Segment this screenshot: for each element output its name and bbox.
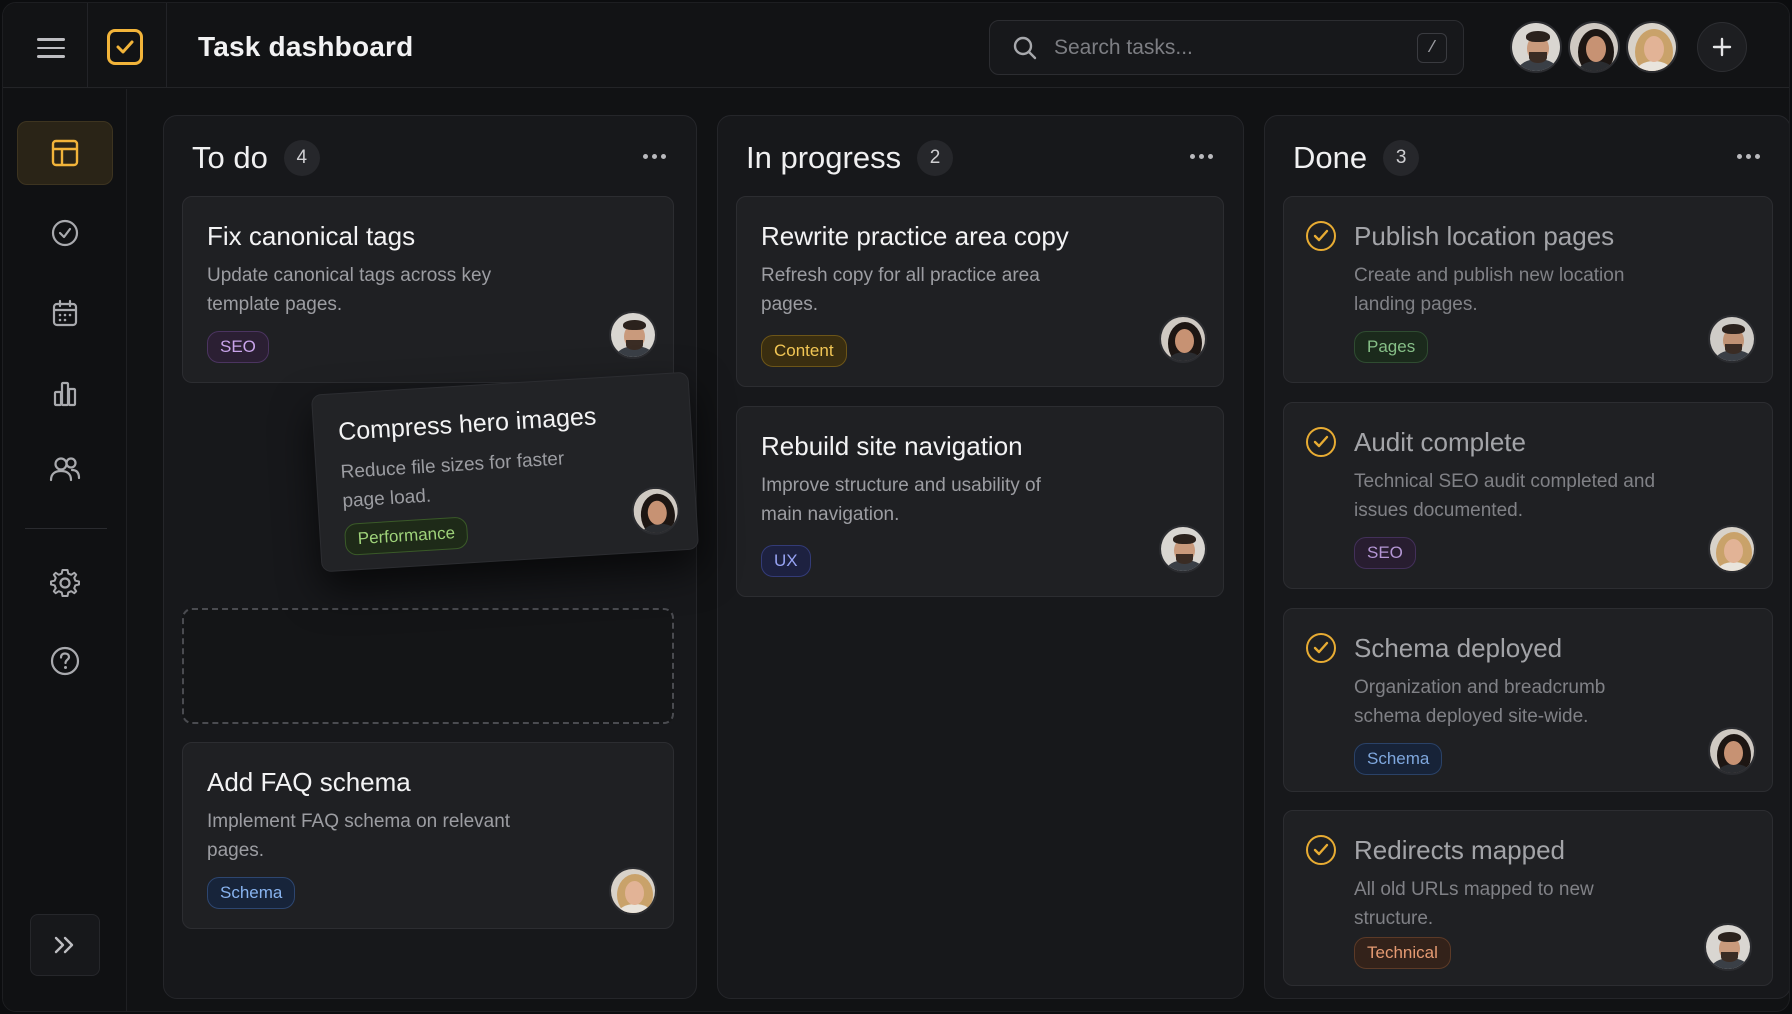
card-description: Refresh copy for all practice area pages…	[761, 265, 1040, 315]
board-icon	[51, 139, 79, 167]
drop-zone[interactable]	[182, 608, 674, 724]
task-card-dragging[interactable]: Compress hero images Reduce file sizes f…	[310, 371, 700, 573]
check-circle-icon[interactable]	[1306, 221, 1336, 251]
assignee-avatar[interactable]	[1708, 727, 1756, 775]
card-description: Reduce file sizes for faster page load.	[340, 448, 565, 512]
column-in-progress: In progress 2 Rewrite practice area copy…	[717, 115, 1244, 999]
column-more-icon[interactable]	[1188, 148, 1215, 165]
card-title: Rewrite practice area copy	[761, 221, 1069, 251]
column-header: In progress 2	[746, 140, 954, 176]
column-title: To do	[192, 140, 268, 175]
assignee-avatar[interactable]	[1159, 525, 1207, 573]
tag-badge: Schema	[207, 877, 296, 909]
card-title: Schema deployed	[1354, 633, 1563, 663]
card-description: Create and publish new location landing …	[1354, 265, 1625, 315]
card-title: Add FAQ schema	[207, 767, 411, 797]
hamburger-menu-icon[interactable]	[31, 31, 71, 65]
card-description: Implement FAQ schema on relevant pages.	[207, 811, 511, 861]
tag-badge: Performance	[343, 516, 469, 556]
top-bar: Task dashboard /	[3, 3, 1789, 88]
task-card-done[interactable]: Redirects mapped All old URLs mapped to …	[1283, 810, 1773, 986]
column-title: In progress	[746, 140, 902, 175]
search-shortcut-hint: /	[1417, 33, 1447, 63]
check-circle-icon[interactable]	[1306, 835, 1336, 865]
page-title: Task dashboard	[198, 31, 414, 62]
calendar-icon	[52, 299, 78, 327]
add-button[interactable]	[1697, 22, 1747, 72]
assignee-avatar[interactable]	[630, 485, 682, 537]
task-card[interactable]: Rebuild site navigation Improve structur…	[736, 406, 1224, 597]
assignee-avatar[interactable]	[609, 311, 657, 359]
card-description: Improve structure and usability of main …	[761, 475, 1041, 525]
tag-badge: Pages	[1354, 331, 1429, 363]
sidebar-item-help[interactable]	[17, 629, 113, 693]
help-icon	[50, 646, 80, 676]
column-done: Done 3 Publish location pages Create and…	[1264, 115, 1789, 999]
task-card-done[interactable]: Schema deployed Organization and breadcr…	[1283, 608, 1773, 792]
column-count-badge: 4	[283, 140, 320, 176]
bar-chart-icon	[53, 381, 77, 407]
column-header: To do 4	[192, 140, 320, 176]
avatar-man[interactable]	[1510, 21, 1562, 73]
gear-icon	[50, 569, 80, 597]
search-input[interactable]	[1054, 35, 1414, 60]
column-count-badge: 2	[917, 140, 954, 176]
column-more-icon[interactable]	[641, 148, 668, 165]
tag-badge: Schema	[1354, 743, 1443, 775]
assignee-avatar[interactable]	[1159, 315, 1207, 363]
sidebar-item-settings[interactable]	[17, 551, 113, 615]
avatar-woman-blonde[interactable]	[1626, 21, 1678, 73]
plus-icon	[1712, 37, 1732, 57]
team-avatars	[1510, 21, 1684, 73]
card-description: Update canonical tags across key templat…	[207, 265, 492, 315]
tag-badge: Technical	[1354, 937, 1451, 969]
sidebar	[3, 89, 127, 1011]
tag-badge: SEO	[1354, 537, 1416, 569]
app-window: Task dashboard /	[2, 2, 1790, 1012]
card-title: Redirects mapped	[1354, 835, 1565, 865]
task-card[interactable]: Fix canonical tags Update canonical tags…	[182, 196, 674, 383]
tag-badge: UX	[761, 545, 811, 577]
avatar-woman-dark-hair[interactable]	[1568, 21, 1620, 73]
column-header: Done 3	[1293, 140, 1420, 176]
sidebar-divider	[25, 528, 107, 529]
column-more-icon[interactable]	[1735, 148, 1762, 165]
card-title: Publish location pages	[1354, 221, 1615, 251]
column-count-badge: 3	[1383, 140, 1420, 176]
assignee-avatar[interactable]	[1704, 923, 1752, 971]
task-card[interactable]: Add FAQ schema Implement FAQ schema on r…	[182, 742, 674, 929]
card-description: Technical SEO audit completed and issues…	[1354, 471, 1656, 521]
column-title: Done	[1293, 140, 1368, 175]
card-title: Rebuild site navigation	[761, 431, 1023, 461]
sidebar-item-calendar[interactable]	[17, 281, 113, 345]
card-description: Organization and breadcrumb schema deplo…	[1354, 677, 1606, 727]
collapse-sidebar-button[interactable]	[30, 914, 100, 976]
check-circle-icon[interactable]	[1306, 633, 1336, 663]
task-card[interactable]: Rewrite practice area copy Refresh copy …	[736, 196, 1224, 387]
divider	[166, 3, 167, 87]
assignee-avatar[interactable]	[609, 867, 657, 915]
divider	[87, 3, 88, 87]
sidebar-item-team[interactable]	[17, 437, 113, 501]
check-circle-icon	[51, 219, 79, 247]
card-description: All old URLs mapped to new structure.	[1354, 879, 1594, 929]
card-title: Fix canonical tags	[207, 221, 416, 251]
sidebar-item-reports[interactable]	[17, 361, 113, 425]
assignee-avatar[interactable]	[1708, 315, 1756, 363]
card-title: Compress hero images	[337, 402, 598, 447]
search-icon	[1010, 33, 1040, 63]
app-logo-icon	[107, 29, 143, 65]
double-chevron-right-icon	[54, 936, 74, 954]
card-title: Audit complete	[1354, 427, 1526, 457]
tag-badge: SEO	[207, 331, 269, 363]
task-card-done[interactable]: Audit complete Technical SEO audit compl…	[1283, 402, 1773, 589]
sidebar-item-tasks[interactable]	[17, 201, 113, 265]
search-box[interactable]: /	[989, 20, 1464, 75]
tag-badge: Content	[761, 335, 847, 367]
sidebar-item-board[interactable]	[17, 121, 113, 185]
assignee-avatar[interactable]	[1708, 525, 1756, 573]
check-circle-icon[interactable]	[1306, 427, 1336, 457]
task-card-done[interactable]: Publish location pages Create and publis…	[1283, 196, 1773, 383]
users-icon	[49, 457, 81, 482]
